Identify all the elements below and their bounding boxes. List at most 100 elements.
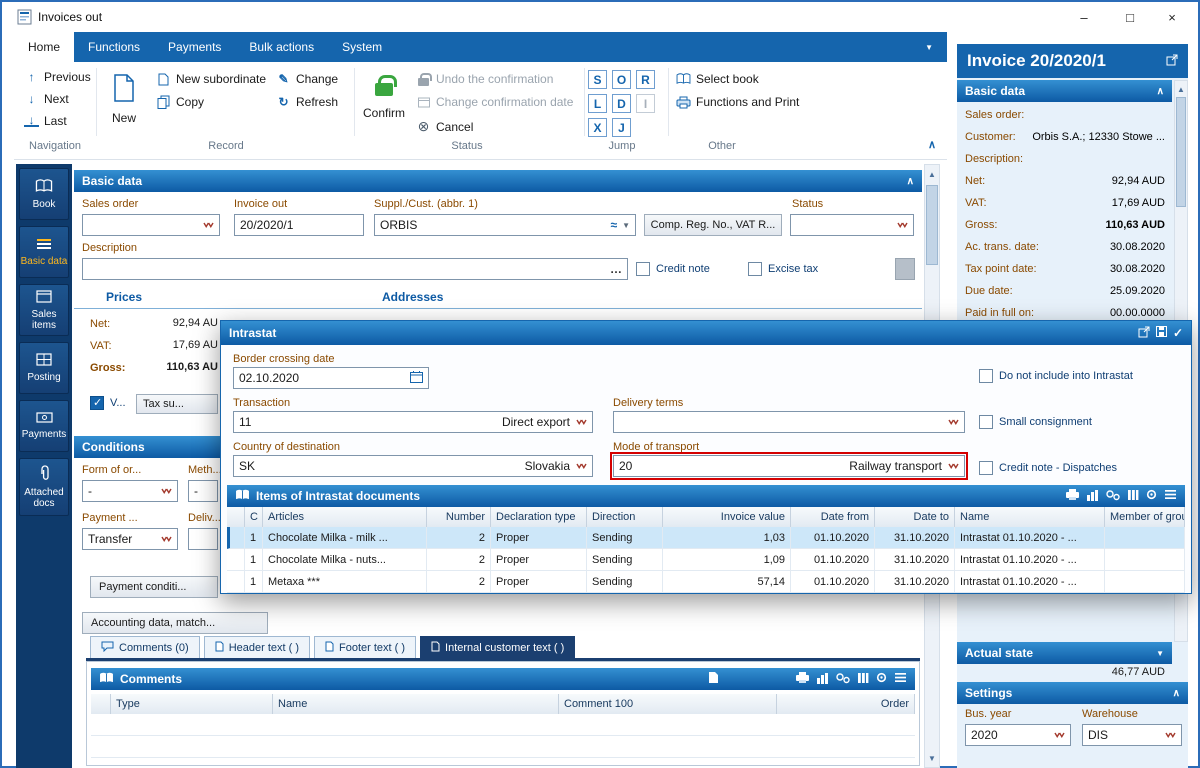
menu-icon[interactable]: [894, 672, 907, 686]
sales-order-combo[interactable]: [82, 214, 220, 236]
scroll-up-arrow[interactable]: ▲: [926, 167, 938, 181]
tab-home[interactable]: Home: [14, 32, 75, 62]
print-icon[interactable]: [1065, 488, 1080, 504]
delivery-combo[interactable]: [188, 528, 218, 550]
minimize-button[interactable]: –: [1064, 5, 1104, 29]
ribbon-options-dropdown-icon[interactable]: ▼: [911, 32, 947, 62]
sidebar-item-basic-data[interactable]: Basic data: [19, 226, 69, 278]
collapse-ribbon-icon[interactable]: ∧: [928, 138, 936, 151]
tab-payments[interactable]: Payments: [154, 32, 235, 62]
mode-of-transport-combo[interactable]: 20 Railway transport: [610, 452, 968, 480]
vat-checkbox[interactable]: [90, 396, 104, 410]
print-icon[interactable]: [795, 671, 810, 687]
column-name[interactable]: Name: [273, 694, 559, 714]
jump-button-j[interactable]: J: [612, 118, 631, 137]
jump-button-x[interactable]: X: [588, 118, 607, 137]
jump-button-o[interactable]: O: [612, 70, 631, 89]
comments-empty-row[interactable]: [91, 714, 915, 736]
next-button[interactable]: ↓ Next: [24, 92, 69, 106]
relation-icon[interactable]: ≈: [610, 218, 617, 232]
tax-summary-button[interactable]: Tax su...: [136, 394, 218, 414]
confirm-button[interactable]: Confirm: [358, 66, 410, 138]
no-intrastat-checkbox[interactable]: [979, 369, 993, 383]
status-combo[interactable]: [790, 214, 914, 236]
previous-button[interactable]: ↑ Previous: [24, 70, 91, 84]
jump-button-i[interactable]: I: [636, 94, 655, 113]
tab-header-text[interactable]: Header text ( ): [203, 636, 310, 658]
scroll-up-arrow[interactable]: ▲: [1175, 83, 1187, 95]
comp-reg-button[interactable]: Comp. Reg. No., VAT R...: [644, 214, 782, 236]
change-button[interactable]: ✎ Change: [276, 72, 338, 86]
scrollbar-thumb[interactable]: [926, 185, 938, 265]
chart-icon[interactable]: [816, 672, 829, 687]
delivery-terms-combo[interactable]: [613, 411, 965, 433]
comments-empty-row[interactable]: [91, 736, 915, 758]
select-book-button[interactable]: Select book: [676, 72, 759, 86]
payment-conditions-button[interactable]: Payment conditi...: [90, 576, 218, 598]
collapse-section-icon[interactable]: ∧: [1157, 86, 1164, 97]
country-combo[interactable]: SK Slovakia: [233, 455, 593, 477]
tab-system[interactable]: System: [328, 32, 396, 62]
columns-icon[interactable]: [857, 672, 869, 687]
collapse-section-icon[interactable]: ∧: [1173, 688, 1180, 699]
gear-icon[interactable]: [1145, 488, 1158, 504]
last-button[interactable]: ↓ Last: [24, 114, 67, 128]
chart-icon[interactable]: [1086, 489, 1099, 504]
copy-button[interactable]: Copy: [156, 95, 204, 109]
gear-icon[interactable]: [875, 671, 888, 687]
scrollbar-thumb[interactable]: [1176, 97, 1186, 207]
ellipsis-button[interactable]: …: [610, 262, 622, 276]
tab-functions[interactable]: Functions: [74, 32, 154, 62]
save-icon[interactable]: [1155, 326, 1167, 340]
tab-comments[interactable]: Comments (0): [90, 636, 200, 658]
undo-confirmation-button[interactable]: Undo the confirmation: [416, 72, 553, 86]
new-subordinate-button[interactable]: New subordinate: [156, 72, 266, 86]
confirm-check-icon[interactable]: ✓: [1173, 326, 1183, 340]
column-comment[interactable]: Comment 100: [559, 694, 777, 714]
jump-button-d[interactable]: D: [612, 94, 631, 113]
method-combo[interactable]: -: [188, 480, 218, 502]
refresh-button[interactable]: ↻ Refresh: [276, 95, 338, 109]
items-row[interactable]: 1 Metaxa *** 2 Proper Sending 57,14 01.1…: [227, 571, 1185, 593]
jump-button-l[interactable]: L: [588, 94, 607, 113]
small-consignment-checkbox[interactable]: [979, 415, 993, 429]
jump-button-s[interactable]: S: [588, 70, 607, 89]
scroll-down-arrow[interactable]: ▼: [1156, 649, 1164, 658]
transaction-combo[interactable]: 11 Direct export: [233, 411, 593, 433]
items-row-selected[interactable]: 1 Chocolate Milka - milk ... 2 Proper Se…: [227, 527, 1185, 549]
invoice-number-input[interactable]: 20/2020/1: [234, 214, 364, 236]
column-order[interactable]: Order: [777, 694, 915, 714]
form-of-order-combo[interactable]: -: [82, 480, 178, 502]
sidebar-item-book[interactable]: Book: [19, 168, 69, 220]
change-confirmation-date-button[interactable]: Change confirmation date: [416, 95, 573, 109]
credit-note-checkbox[interactable]: [636, 262, 650, 276]
warehouse-combo[interactable]: DIS: [1082, 724, 1182, 746]
columns-icon[interactable]: [1127, 489, 1139, 504]
tab-footer-text[interactable]: Footer text ( ): [314, 636, 417, 658]
popout-icon[interactable]: [1138, 326, 1150, 341]
items-row[interactable]: 1 Chocolate Milka - nuts... 2 Proper Sen…: [227, 549, 1185, 571]
border-crossing-date-input[interactable]: 02.10.2020: [233, 367, 429, 389]
sidebar-item-posting[interactable]: Posting: [19, 342, 69, 394]
close-button[interactable]: ×: [1152, 5, 1192, 29]
accounting-data-button[interactable]: Accounting data, match...: [82, 612, 268, 634]
gears-icon[interactable]: [1105, 489, 1121, 504]
payment-combo[interactable]: Transfer: [82, 528, 178, 550]
calendar-icon[interactable]: [410, 370, 423, 386]
collapse-section-icon[interactable]: ∧: [907, 176, 914, 187]
functions-print-button[interactable]: Functions and Print: [676, 95, 799, 109]
sidebar-item-sales-items[interactable]: Sales items: [19, 284, 69, 336]
bus-year-combo[interactable]: 2020: [965, 724, 1071, 746]
description-input[interactable]: …: [82, 258, 628, 280]
gears-icon[interactable]: [835, 672, 851, 687]
jump-button-r[interactable]: R: [636, 70, 655, 89]
new-document-icon[interactable]: [708, 671, 719, 687]
cancel-button[interactable]: ⊗ Cancel: [416, 118, 474, 135]
excise-tax-checkbox[interactable]: [748, 262, 762, 276]
scroll-down-arrow[interactable]: ▼: [926, 751, 938, 765]
credit-note-dispatches-checkbox[interactable]: [979, 461, 993, 475]
supplier-combo[interactable]: ORBIS ≈ ▼: [374, 214, 636, 236]
maximize-button[interactable]: □: [1110, 5, 1150, 29]
tab-internal-customer-text[interactable]: Internal customer text ( ): [420, 636, 576, 658]
sidebar-item-attached-docs[interactable]: Attached docs: [19, 458, 69, 516]
